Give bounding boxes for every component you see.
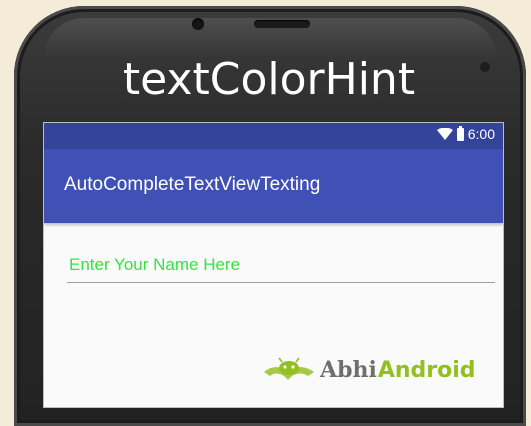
front-camera — [192, 18, 204, 30]
app-title: AutoCompleteTextViewTexting — [64, 174, 321, 195]
wifi-icon — [436, 128, 453, 140]
watermark-brand-part1: Abhi — [320, 357, 377, 383]
status-time: 6:00 — [467, 126, 495, 142]
app-toolbar: AutoCompleteTextViewTexting — [44, 149, 503, 223]
name-autocomplete-input[interactable] — [67, 253, 495, 283]
app-screen: 6:00 AutoCompleteTextViewTexting Abhi An… — [43, 122, 504, 408]
watermark-brand-part2: Android — [377, 357, 476, 383]
status-icons: 6:00 — [436, 125, 495, 142]
earpiece-speaker — [254, 20, 310, 28]
device-caption: textColorHint — [122, 54, 416, 105]
battery-icon — [456, 125, 464, 141]
android-logo-icon — [264, 357, 314, 380]
content-area: Abhi Android — [44, 223, 503, 407]
status-bar: 6:00 — [44, 123, 503, 149]
watermark: Abhi Android — [262, 354, 476, 386]
